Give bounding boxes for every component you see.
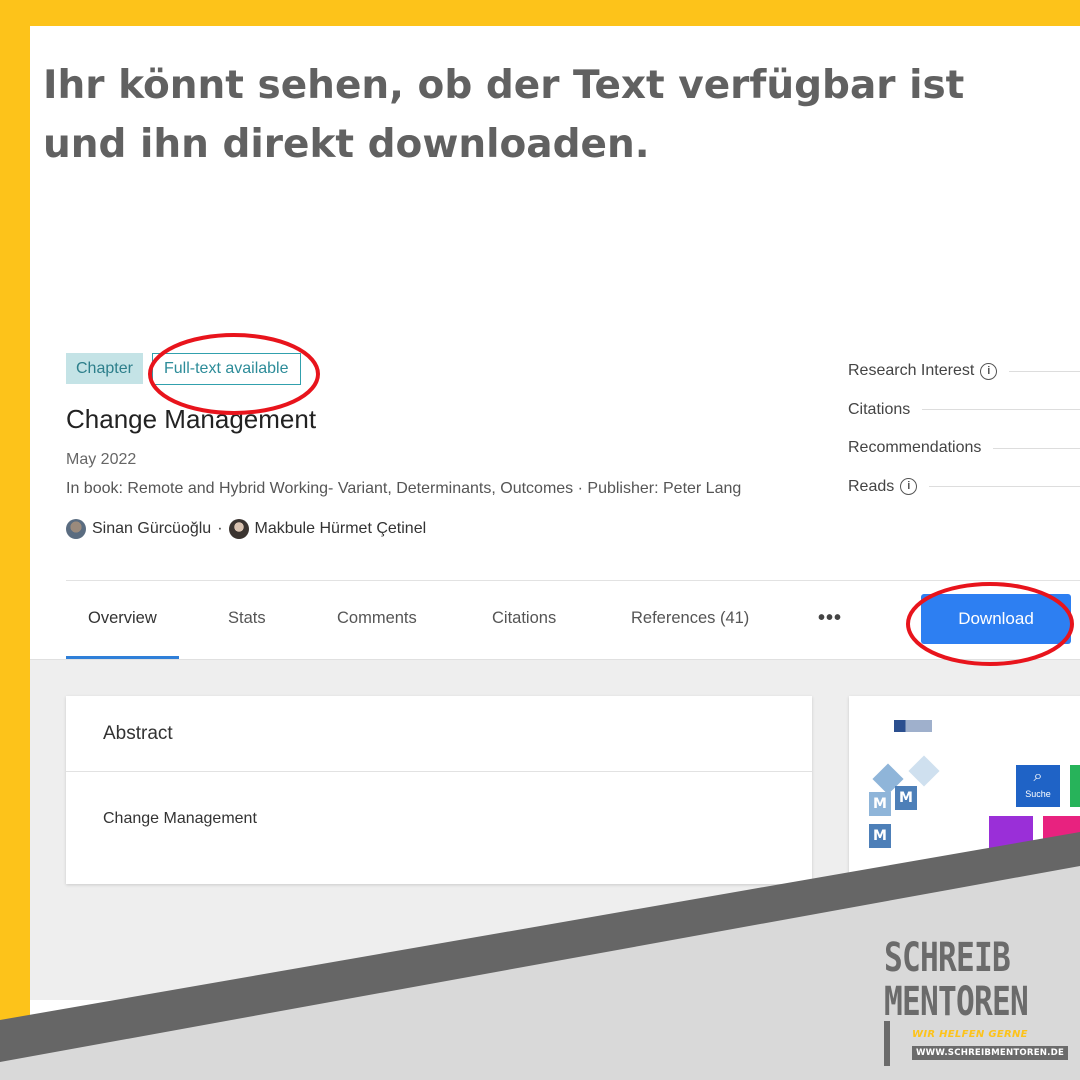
more-dots-icon[interactable]: •••	[818, 581, 842, 659]
tab-references[interactable]: References (41)	[631, 581, 749, 659]
stat-divider	[1009, 370, 1080, 372]
preview-tile	[1043, 816, 1080, 856]
abstract-card: Abstract Change Management	[66, 696, 812, 884]
tab-comments[interactable]: Comments	[337, 581, 417, 659]
stat-label: Research Interest	[848, 362, 975, 380]
download-button[interactable]: Download	[921, 594, 1071, 644]
stat-label: Reads	[848, 477, 895, 495]
yellow-frame-top	[0, 0, 1080, 26]
social-post: Ihr könnt sehen, ob der Text verfügbar i…	[0, 0, 1080, 1080]
publication-date: May 2022	[66, 451, 137, 468]
brand-tagline: WIR HELFEN GERNE	[912, 1029, 1028, 1040]
avatar[interactable]	[66, 519, 86, 539]
search-icon: ⌕	[1033, 768, 1043, 785]
brand-url: WWW.SCHREIBMENTOREN.DE	[912, 1046, 1069, 1060]
researchgate-screenshot: Chapter Full-text available Change Manag…	[30, 330, 1080, 1000]
preview-cube: M	[869, 792, 891, 816]
stat-research-interest: Research Interest i	[848, 352, 1080, 391]
author-name[interactable]: Sinan Gürcüoğlu	[92, 520, 211, 538]
stat-label: Citations	[848, 400, 911, 418]
preview-cube: M	[895, 786, 917, 810]
yellow-frame-left	[0, 0, 30, 1080]
chapter-tag[interactable]: Chapter	[66, 353, 143, 384]
stat-recommendations: Recommendations	[848, 429, 1080, 468]
stat-divider	[922, 409, 1080, 411]
preview-tile	[989, 816, 1033, 856]
brand-line-1: SCHREIB	[884, 935, 1011, 981]
search-tile: ⌕ Suche	[1016, 765, 1060, 807]
brand-logo: SCHREIB MENTOREN WIR HELFEN GERNE WWW.SC…	[884, 935, 1069, 1067]
stat-reads: Reads i	[848, 468, 1080, 507]
full-text-available-tag[interactable]: Full-text available	[152, 353, 301, 385]
preview-logo	[894, 720, 932, 732]
preview-cube	[908, 755, 940, 787]
stats-panel: Research Interest i Citations Recommenda…	[848, 352, 1080, 506]
preview-tile	[1070, 765, 1080, 807]
tab-overview[interactable]: Overview	[66, 581, 179, 659]
stat-citations: Citations	[848, 391, 1080, 430]
stat-divider	[929, 486, 1080, 488]
author-name[interactable]: Makbule Hürmet Çetinel	[255, 520, 427, 538]
headline: Ihr könnt sehen, ob der Text verfügbar i…	[43, 63, 965, 167]
author-list: Sinan Gürcüoğlu · Makbule Hürmet Çetinel	[66, 519, 426, 539]
abstract-heading: Abstract	[66, 696, 812, 772]
info-icon[interactable]: i	[900, 478, 918, 496]
brand-line-2: MENTOREN	[884, 979, 1029, 1025]
stat-divider	[993, 447, 1080, 449]
document-preview[interactable]: M M M ⌕ Suche	[849, 696, 1080, 956]
avatar[interactable]	[228, 519, 249, 539]
stat-label: Recommendations	[848, 439, 982, 457]
info-icon[interactable]: i	[980, 362, 998, 380]
abstract-text: Change Management	[103, 810, 257, 827]
author-separator: ·	[217, 520, 223, 537]
tab-citations[interactable]: Citations	[492, 581, 556, 659]
brand-bar	[884, 1021, 890, 1066]
publication-book[interactable]: In book: Remote and Hybrid Working- Vari…	[66, 480, 741, 498]
preview-cube: M	[869, 824, 891, 848]
tab-stats[interactable]: Stats	[228, 581, 266, 659]
publication-title: Change Management	[66, 404, 317, 434]
tile-label: Suche	[1025, 789, 1051, 799]
